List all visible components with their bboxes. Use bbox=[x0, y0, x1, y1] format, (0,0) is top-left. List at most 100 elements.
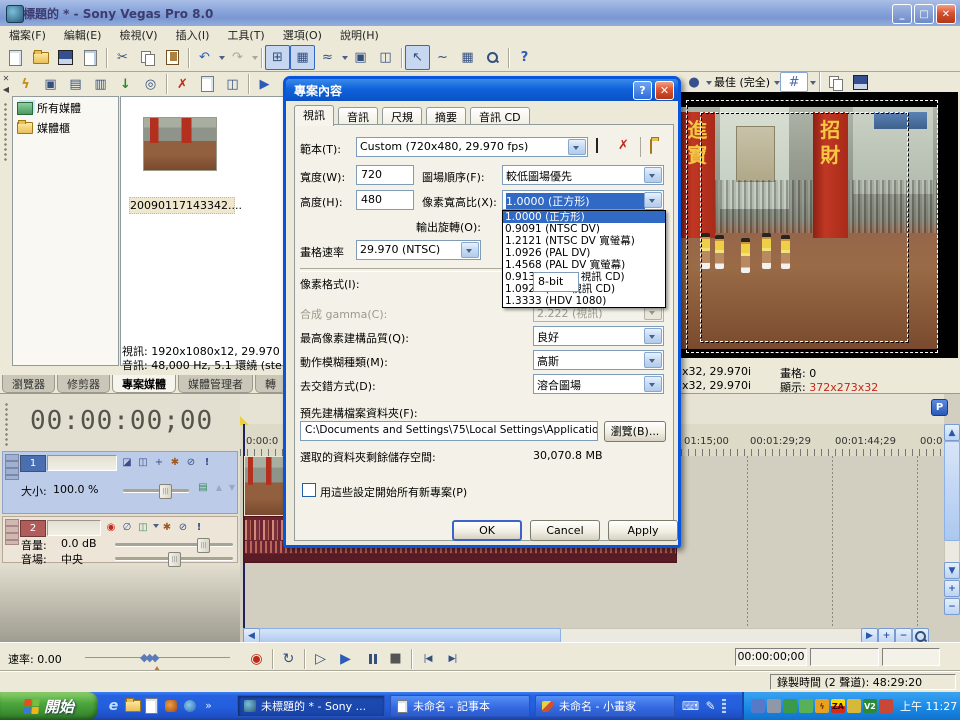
par-option-4[interactable]: 1.4568 (PAL DV 寬螢幕) bbox=[503, 259, 665, 271]
track2-number[interactable]: 2 bbox=[20, 520, 46, 537]
pixel-aspect-combo-arrow[interactable] bbox=[644, 192, 662, 208]
rate-scrub-line[interactable] bbox=[85, 657, 230, 658]
track2-pan-slider-thumb[interactable]: ||| bbox=[168, 552, 181, 567]
height-input[interactable]: 480 bbox=[356, 190, 414, 210]
copy-button[interactable] bbox=[135, 45, 160, 70]
device-explorer-button[interactable]: ◫ bbox=[220, 72, 245, 97]
tab-explorer[interactable]: 瀏覽器 bbox=[2, 375, 55, 393]
language-pen-icon[interactable]: ✎ bbox=[702, 697, 719, 714]
par-option-0[interactable]: 1.0000 (正方形) bbox=[503, 211, 665, 223]
tree-item-all-media[interactable]: 所有媒體 bbox=[13, 97, 118, 117]
preview-overlays-caret[interactable] bbox=[810, 81, 816, 88]
par-option-1[interactable]: 0.9091 (NTSC DV) bbox=[503, 223, 665, 235]
pixel-format-combo[interactable]: 8-bit bbox=[533, 272, 579, 292]
save-button[interactable] bbox=[53, 45, 78, 70]
envelope-edit-tool-button[interactable]: ~ bbox=[430, 45, 455, 70]
start-all-projects-checkbox[interactable] bbox=[302, 483, 316, 497]
menu-edit[interactable]: 編輯(E) bbox=[55, 25, 111, 45]
tab-media-manager[interactable]: 媒體管理者 bbox=[178, 375, 253, 393]
tray-v2-icon[interactable]: V2 bbox=[863, 699, 877, 713]
track1-track-motion-icon[interactable]: + bbox=[151, 455, 167, 470]
dialog-close-icon[interactable]: ✕ bbox=[655, 81, 674, 100]
ie-icon[interactable]: e bbox=[105, 697, 122, 714]
track1-parent-down-icon[interactable]: ▼ bbox=[224, 480, 240, 495]
auto-preview-button[interactable]: ϟ bbox=[13, 72, 38, 97]
quicklaunch-document-icon[interactable] bbox=[143, 697, 160, 714]
track1-size-slider-thumb[interactable]: ||| bbox=[159, 484, 172, 499]
get-photo-button[interactable]: ▤ bbox=[63, 72, 88, 97]
motion-blur-combo[interactable]: 高斯 bbox=[533, 350, 664, 370]
v-scroll-thumb[interactable] bbox=[944, 441, 960, 541]
media-properties-button[interactable] bbox=[195, 72, 220, 97]
play-from-start-button[interactable]: ▷ bbox=[308, 646, 333, 671]
menu-tools[interactable]: 工具(T) bbox=[218, 25, 273, 45]
menu-options[interactable]: 選項(O) bbox=[274, 25, 331, 45]
tab-trimmer[interactable]: 修剪器 bbox=[57, 375, 110, 393]
copy-snapshot-button[interactable] bbox=[823, 70, 848, 95]
track2-solo-icon[interactable]: ! bbox=[191, 520, 207, 535]
frame-rate-combo[interactable]: 29.970 (NTSC) bbox=[356, 240, 481, 260]
v-zoom-in-button[interactable]: + bbox=[944, 580, 960, 597]
track1-solo-icon[interactable]: ! bbox=[199, 455, 215, 470]
track1-number[interactable]: 1 bbox=[20, 455, 46, 472]
open-button[interactable] bbox=[28, 45, 53, 70]
menu-view[interactable]: 檢視(V) bbox=[110, 25, 166, 45]
tray-display-icon[interactable] bbox=[751, 699, 765, 713]
preview-play-button[interactable]: ▶ bbox=[252, 72, 277, 97]
track2-phase-icon[interactable]: ∅ bbox=[119, 520, 135, 535]
taskbar-task-paint[interactable]: 未命名 - 小畫家 bbox=[535, 695, 675, 717]
track1-mute-icon[interactable]: ⊘ bbox=[183, 455, 199, 470]
save-template-button[interactable] bbox=[596, 139, 598, 152]
render-quality-combo-arrow[interactable] bbox=[644, 328, 662, 344]
track-header-2[interactable]: 2 ◉ ∅ ◫ ✱ ⊘ ! 音量: 0.0 dB ||| 音場: 中央 bbox=[2, 516, 238, 563]
cancel-button[interactable]: Cancel bbox=[530, 520, 600, 541]
tray-network-icon[interactable] bbox=[799, 699, 813, 713]
big-timecode[interactable]: 00:00:00;00 bbox=[30, 406, 230, 436]
download-media-button[interactable]: ↓ bbox=[113, 72, 138, 97]
tray-messenger-icon[interactable] bbox=[879, 699, 893, 713]
track1-automation-icon[interactable]: ✱ bbox=[167, 455, 183, 470]
whats-this-help-button[interactable]: ? bbox=[512, 45, 537, 70]
tree-item-media-bins[interactable]: 媒體櫃 bbox=[13, 117, 118, 137]
track2-grip-icon[interactable] bbox=[5, 519, 19, 545]
menu-insert[interactable]: 插入(I) bbox=[167, 25, 219, 45]
par-option-3[interactable]: 1.0926 (PAL DV) bbox=[503, 247, 665, 259]
track2-automation-icon[interactable]: ✱ bbox=[159, 520, 175, 535]
timecode-grip[interactable] bbox=[4, 402, 9, 448]
tray-zonealarm-icon[interactable]: ZA bbox=[831, 699, 845, 713]
app-titlebar[interactable]: 未標題的 * - Sony Vegas Pro 8.0 _ □ ✕ bbox=[0, 0, 960, 26]
track1-compositing-icon[interactable]: ▤ bbox=[195, 480, 211, 495]
motion-blur-combo-arrow[interactable] bbox=[644, 352, 662, 368]
track-header-1[interactable]: 1 ◪ ◫ + ✱ ⊘ ! 大小: 100.0 % ||| ▤ ▲ ▼ bbox=[2, 451, 238, 514]
browse-button[interactable]: 瀏覽(B)... bbox=[604, 421, 666, 442]
pixel-aspect-combo[interactable]: 1.0000 (正方形) bbox=[502, 190, 664, 210]
zoom-edit-tool-button[interactable] bbox=[480, 45, 505, 70]
quicklaunch-update-icon[interactable] bbox=[181, 697, 198, 714]
transport-timecode[interactable]: 00:00:00;00 bbox=[735, 648, 807, 666]
preview-project-properties-button[interactable]: ● bbox=[684, 72, 704, 92]
render-quality-combo[interactable]: 良好 bbox=[533, 326, 664, 346]
redo-dropdown-caret[interactable] bbox=[252, 56, 258, 63]
prerender-path-input[interactable]: C:\Documents and Settings\75\Local Setti… bbox=[300, 421, 598, 441]
menu-file[interactable]: 檔案(F) bbox=[0, 25, 55, 45]
pane-close-icon[interactable]: ✕ bbox=[1, 74, 11, 84]
lock-envelopes-toggle[interactable]: ▣ bbox=[348, 45, 373, 70]
field-order-combo-arrow[interactable] bbox=[644, 167, 662, 183]
dialog-help-icon[interactable]: ? bbox=[633, 81, 652, 100]
redo-button[interactable]: ↷ bbox=[225, 45, 250, 70]
loop-playback-button[interactable]: ↻ bbox=[276, 646, 301, 671]
par-option-2[interactable]: 1.2121 (NTSC DV 寬螢幕) bbox=[503, 235, 665, 247]
quicklaunch-overflow-chevron-icon[interactable]: » bbox=[200, 697, 217, 714]
normal-edit-tool-button[interactable]: ↖ bbox=[405, 45, 430, 70]
quicklaunch-media-icon[interactable] bbox=[162, 697, 179, 714]
ok-button[interactable]: OK bbox=[452, 520, 522, 541]
clip-name[interactable]: 20090117143342.... bbox=[129, 197, 235, 214]
start-all-projects-label[interactable]: 用這些設定開始所有新專案(P) bbox=[320, 484, 467, 500]
capture-video-button[interactable]: ▣ bbox=[38, 72, 63, 97]
dialog-titlebar[interactable]: 專案內容 ? ✕ bbox=[286, 79, 678, 101]
tray-volume-icon[interactable] bbox=[767, 699, 781, 713]
quantize-to-frames-toggle[interactable]: ▦ bbox=[290, 45, 315, 70]
track2-arm-record-icon[interactable]: ◉ bbox=[103, 520, 119, 535]
track1-grip-icon[interactable] bbox=[5, 454, 19, 480]
tab-project-media[interactable]: 專案媒體 bbox=[112, 375, 176, 393]
